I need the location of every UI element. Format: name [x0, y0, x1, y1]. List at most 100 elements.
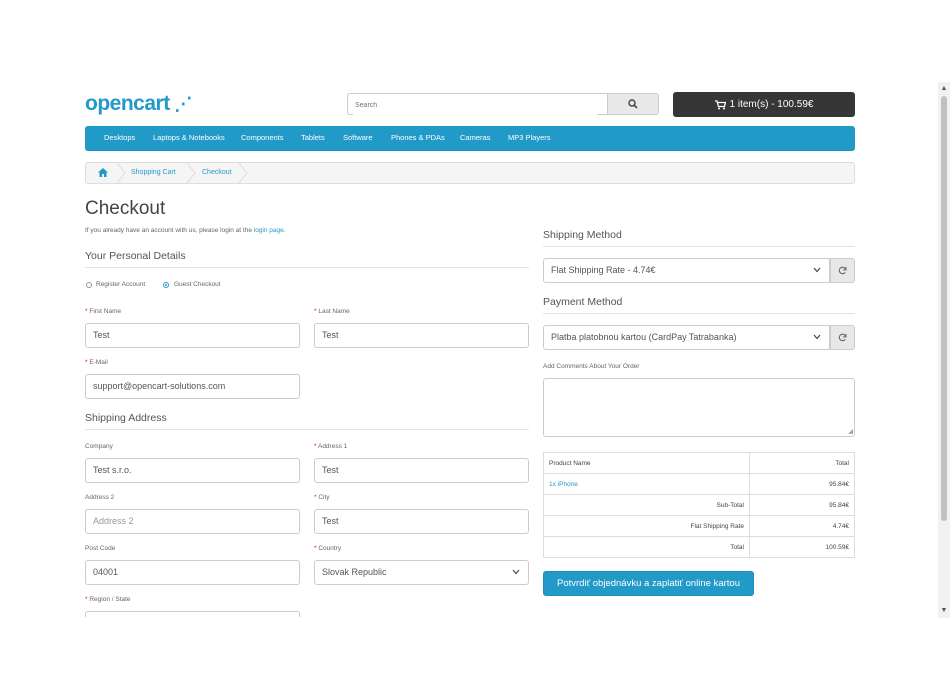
login-page-link[interactable]: login page — [254, 227, 284, 234]
table-row: Flat Shipping Rate 4.74€ — [543, 515, 855, 537]
city-label-text: City — [318, 494, 330, 501]
country-select[interactable]: Slovak Republic — [314, 560, 529, 585]
menu-item-cameras[interactable]: Cameras — [460, 126, 490, 150]
shopping-cart-icon — [714, 99, 726, 109]
search-button[interactable] — [607, 93, 659, 115]
search-input[interactable] — [353, 95, 597, 115]
total-label: Total — [543, 536, 750, 558]
login-notice-text: If you already have an account with us, … — [85, 227, 254, 234]
page-title: Checkout — [85, 198, 166, 219]
company-label: Company — [85, 443, 113, 450]
menu-item-software[interactable]: Software — [343, 126, 373, 150]
email-label: * E-Mail — [85, 359, 108, 366]
menu-item-laptops[interactable]: Laptops & Notebooks — [153, 126, 225, 150]
payment-method-heading: Payment Method — [543, 296, 623, 308]
shipping-method-heading: Shipping Method — [543, 229, 622, 241]
comments-label: Add Comments About Your Order — [543, 363, 640, 370]
breadcrumb-shopping-cart[interactable]: Shopping Cart — [131, 163, 176, 183]
payment-refresh-button[interactable] — [830, 325, 855, 350]
resize-grip-icon[interactable]: ◢ — [848, 428, 853, 435]
address1-label-text: Address 1 — [317, 443, 348, 450]
menu-item-tablets[interactable]: Tablets — [301, 126, 325, 150]
postcode-field[interactable]: 04001 — [85, 560, 300, 585]
address1-label: * Address 1 — [314, 443, 348, 450]
address1-field[interactable]: Test — [314, 458, 529, 483]
product-total: 95.84€ — [749, 473, 855, 495]
region-select[interactable] — [85, 611, 300, 617]
payment-method-value: Platba platobnou kartou (CardPay Tatraba… — [551, 332, 737, 342]
login-notice: If you already have an account with us, … — [85, 227, 286, 234]
last-name-label-text: Last Name — [318, 308, 350, 315]
product-link[interactable]: iPhone — [558, 481, 578, 488]
refresh-icon — [838, 333, 847, 342]
region-label-text: Region / State — [89, 596, 131, 603]
chevron-down-icon — [813, 267, 821, 273]
breadcrumb-checkout[interactable]: Checkout — [202, 163, 232, 183]
store-logo[interactable]: opencart ⋰ — [85, 92, 192, 116]
last-name-label: * Last Name — [314, 308, 350, 315]
refresh-icon — [838, 266, 847, 275]
menu-item-components[interactable]: Components — [241, 126, 284, 150]
cart-button[interactable]: 1 item(s) - 100.59€ — [673, 92, 855, 117]
confirm-order-button[interactable]: Potvrdiť objednávku a zaplatiť online ka… — [543, 571, 754, 596]
register-account-label: Register Account — [96, 281, 146, 288]
shipping-method-select[interactable]: Flat Shipping Rate - 4.74€ — [543, 258, 830, 283]
menu-item-desktops[interactable]: Desktops — [104, 126, 135, 150]
column-header-total: Total — [749, 452, 855, 474]
shipping-rate-label: Flat Shipping Rate — [543, 515, 750, 537]
country-label-text: Country — [318, 545, 342, 552]
search-box — [347, 93, 607, 115]
breadcrumb-separator — [238, 163, 248, 183]
city-field[interactable]: Test — [314, 509, 529, 534]
shipping-address-heading: Shipping Address — [85, 412, 167, 424]
first-name-label-text: First Name — [89, 308, 122, 315]
cart-total-label: 1 item(s) - 100.59€ — [729, 99, 814, 110]
main-menu: Desktops Laptops & Notebooks Components … — [85, 126, 855, 151]
subtotal-label: Sub-Total — [543, 494, 750, 516]
chevron-down-icon — [512, 569, 520, 575]
region-label: * Region / State — [85, 596, 131, 603]
comments-textarea[interactable]: ◢ — [543, 378, 855, 437]
breadcrumb-separator — [116, 163, 126, 183]
product-qty: 1x — [549, 480, 556, 488]
logo-cart-icon: ⋰ — [169, 94, 192, 114]
table-header-row: Product Name Total — [543, 452, 855, 474]
chevron-down-icon — [813, 334, 821, 340]
guest-checkout-radio[interactable] — [163, 282, 169, 288]
payment-method-select[interactable]: Platba platobnou kartou (CardPay Tatraba… — [543, 325, 830, 350]
column-header-product: Product Name — [543, 452, 750, 474]
divider — [85, 429, 529, 430]
product-cell: 1x iPhone — [543, 473, 750, 495]
shipping-rate-value: 4.74€ — [749, 515, 855, 537]
table-row: 1x iPhone 95.84€ — [543, 473, 855, 495]
company-field[interactable]: Test s.r.o. — [85, 458, 300, 483]
home-icon[interactable] — [98, 168, 108, 177]
breadcrumb-separator — [186, 163, 196, 183]
personal-details-heading: Your Personal Details — [85, 250, 186, 262]
scroll-down-arrow-icon[interactable]: ▼ — [938, 606, 950, 616]
scroll-up-arrow-icon[interactable]: ▲ — [938, 84, 950, 94]
postcode-label: Post Code — [85, 545, 116, 552]
city-label: * City — [314, 494, 330, 501]
logo-text: opencart — [85, 92, 170, 115]
address2-field[interactable]: Address 2 — [85, 509, 300, 534]
guest-checkout-label: Guest Checkout — [174, 281, 221, 288]
order-summary-table: Product Name Total 1x iPhone 95.84€ Sub-… — [543, 452, 855, 558]
register-account-radio[interactable] — [86, 282, 92, 288]
last-name-field[interactable]: Test — [314, 323, 529, 348]
divider — [543, 246, 855, 247]
total-value: 100.59€ — [749, 536, 855, 558]
country-select-value: Slovak Republic — [322, 567, 387, 577]
shipping-method-value: Flat Shipping Rate - 4.74€ — [551, 265, 656, 275]
shipping-refresh-button[interactable] — [830, 258, 855, 283]
page-scrollbar[interactable]: ▲ ▼ — [938, 82, 950, 618]
menu-item-phones[interactable]: Phones & PDAs — [391, 126, 445, 150]
address2-label: Address 2 — [85, 494, 115, 501]
login-notice-suffix: . — [283, 227, 286, 234]
search-icon — [628, 99, 638, 109]
menu-item-mp3-players[interactable]: MP3 Players — [508, 126, 551, 150]
first-name-field[interactable]: Test — [85, 323, 300, 348]
scrollbar-thumb[interactable] — [941, 96, 947, 521]
email-label-text: E-Mail — [89, 359, 108, 366]
email-field[interactable]: support@opencart-solutions.com — [85, 374, 300, 399]
